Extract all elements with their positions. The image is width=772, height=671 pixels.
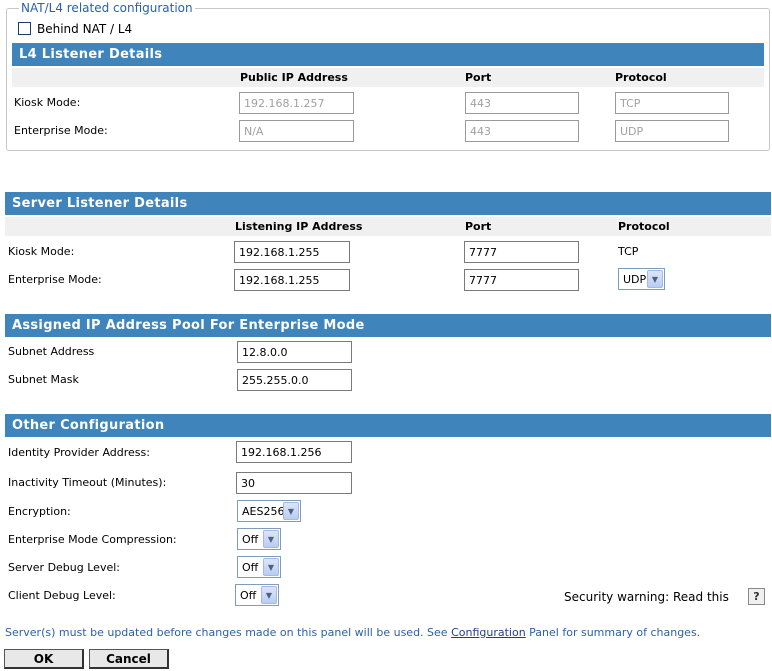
update-note-suffix: Panel for summary of changes.: [525, 626, 701, 639]
encryption-value: AES256: [242, 505, 285, 518]
server-enterprise-label: Enterprise Mode:: [8, 273, 102, 286]
l4-listener-title: L4 Listener Details: [19, 47, 163, 62]
inactivity-timeout-input[interactable]: 30: [236, 472, 352, 494]
encryption-label: Encryption:: [8, 505, 71, 518]
subnet-mask-label: Subnet Mask: [8, 373, 79, 386]
idp-address-label: Identity Provider Address:: [8, 446, 150, 459]
server-table-header: Listening IP Address Port Protocol: [5, 217, 771, 236]
chevron-down-icon: ▼: [261, 586, 277, 604]
server-listener-header: Server Listener Details: [5, 192, 771, 215]
subnet-address-input[interactable]: 12.8.0.0: [237, 341, 352, 363]
server-kiosk-label: Kiosk Mode:: [8, 245, 75, 258]
other-config-title: Other Configuration: [12, 418, 165, 433]
l4-kiosk-protocol-input[interactable]: TCP: [615, 92, 729, 114]
l4-kiosk-port-input[interactable]: 443: [465, 92, 579, 114]
idp-address-input[interactable]: 192.168.1.256: [236, 441, 352, 463]
pool-header: Assigned IP Address Pool For Enterprise …: [5, 314, 771, 337]
update-note-prefix: Server(s) must be updated before changes…: [5, 626, 452, 639]
subnet-address-label: Subnet Address: [8, 345, 95, 358]
encryption-select[interactable]: AES256 ▼: [237, 500, 301, 522]
server-col-ip: Listening IP Address: [235, 220, 363, 233]
client-debug-value: Off: [240, 589, 257, 602]
compression-value: Off: [242, 533, 259, 546]
l4-enterprise-label: Enterprise Mode:: [14, 124, 108, 137]
ok-button[interactable]: OK: [4, 649, 84, 669]
pool-title: Assigned IP Address Pool For Enterprise …: [12, 318, 365, 333]
l4-table-header: Public IP Address Port Protocol: [12, 68, 764, 87]
configuration-link[interactable]: Configuration: [451, 626, 526, 639]
server-col-protocol: Protocol: [618, 220, 670, 233]
server-enterprise-ip-input[interactable]: 192.168.1.255: [234, 269, 350, 291]
compression-select[interactable]: Off ▼: [237, 528, 281, 550]
server-kiosk-protocol: TCP: [618, 245, 639, 258]
l4-enterprise-port-input[interactable]: 443: [465, 120, 579, 142]
l4-enterprise-protocol-input[interactable]: UDP: [615, 120, 729, 142]
behind-nat-label: Behind NAT / L4: [37, 22, 133, 36]
l4-kiosk-label: Kiosk Mode:: [14, 96, 81, 109]
inactivity-timeout-label: Inactivity Timeout (Minutes):: [8, 476, 167, 489]
compression-label: Enterprise Mode Compression:: [8, 533, 177, 546]
server-col-port: Port: [465, 220, 492, 233]
cancel-button[interactable]: Cancel: [89, 649, 169, 669]
server-debug-label: Server Debug Level:: [8, 561, 120, 574]
subnet-mask-input[interactable]: 255.255.0.0: [237, 369, 352, 391]
chevron-down-icon: ▼: [263, 558, 279, 576]
security-warning-link[interactable]: Security warning: Read this: [564, 590, 729, 604]
l4-col-ip: Public IP Address: [240, 71, 348, 84]
server-listener-title: Server Listener Details: [12, 196, 188, 211]
client-debug-label: Client Debug Level:: [8, 589, 116, 602]
l4-enterprise-ip-input[interactable]: N/A: [239, 120, 354, 142]
l4-col-protocol: Protocol: [615, 71, 667, 84]
l4-listener-header: L4 Listener Details: [12, 43, 764, 66]
server-kiosk-port-input[interactable]: 7777: [464, 241, 579, 263]
nat-l4-legend: NAT/L4 related configuration: [19, 1, 195, 15]
chevron-down-icon: ▼: [647, 270, 663, 288]
help-icon[interactable]: ?: [748, 588, 765, 605]
server-debug-value: Off: [242, 561, 259, 574]
server-enterprise-port-input[interactable]: 7777: [464, 269, 579, 291]
behind-nat-checkbox[interactable]: [18, 22, 31, 35]
server-debug-select[interactable]: Off ▼: [237, 556, 281, 578]
chevron-down-icon: ▼: [283, 502, 299, 520]
server-kiosk-ip-input[interactable]: 192.168.1.255: [234, 241, 350, 263]
client-debug-select[interactable]: Off ▼: [235, 584, 279, 606]
other-config-header: Other Configuration: [5, 414, 771, 437]
update-note: Server(s) must be updated before changes…: [5, 626, 700, 639]
l4-kiosk-ip-input[interactable]: 192.168.1.257: [239, 92, 354, 114]
server-enterprise-protocol-select[interactable]: UDP ▼: [618, 268, 665, 290]
l4-col-port: Port: [465, 71, 492, 84]
server-enterprise-protocol-value: UDP: [623, 273, 647, 286]
chevron-down-icon: ▼: [263, 530, 279, 548]
